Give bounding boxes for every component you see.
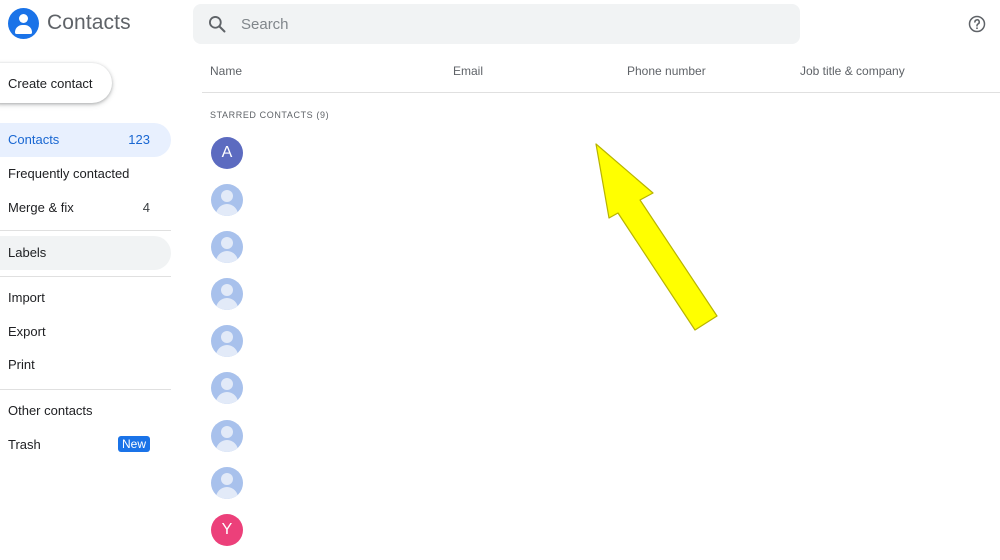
avatar-initial: Y (221, 521, 233, 538)
search-bar[interactable] (193, 4, 800, 44)
sidebar-item-label: Trash (8, 437, 41, 452)
avatar[interactable] (211, 372, 243, 404)
sidebar-item-export[interactable]: Export (0, 315, 171, 349)
sidebar-item-count: 4 (142, 200, 150, 215)
avatar-initial: A (221, 144, 233, 161)
app-title[interactable]: Contacts (47, 11, 131, 35)
sidebar-item-import[interactable]: Import (0, 281, 171, 315)
column-header-job[interactable]: Job title & company (800, 64, 905, 78)
avatar[interactable] (211, 325, 243, 357)
column-header-email[interactable]: Email (453, 64, 483, 78)
avatar[interactable] (211, 231, 243, 263)
avatar[interactable]: Y (211, 514, 243, 546)
annotation-arrow-icon (595, 143, 718, 331)
sidebar-item-print[interactable]: Print (0, 348, 171, 382)
sidebar-item-contacts[interactable]: Contacts 123 (0, 123, 171, 157)
sidebar-item-trash[interactable]: Trash New (0, 428, 171, 462)
column-header-phone[interactable]: Phone number (627, 64, 706, 78)
avatar[interactable] (211, 278, 243, 310)
search-icon[interactable] (207, 14, 227, 34)
sidebar-item-label: Export (8, 324, 46, 339)
sidebar-item-frequently-contacted[interactable]: Frequently contacted (0, 157, 171, 191)
avatar[interactable]: A (211, 137, 243, 169)
sidebar-item-merge-fix[interactable]: Merge & fix 4 (0, 191, 171, 225)
create-contact-button[interactable]: Create contact (0, 63, 112, 103)
sidebar-item-label: Frequently contacted (8, 166, 130, 181)
sidebar-item-label: Print (8, 357, 35, 372)
sidebar-item-label: Labels (8, 245, 47, 260)
divider (0, 276, 171, 277)
sidebar-item-count: 123 (128, 132, 150, 147)
header-divider (202, 92, 1000, 93)
sidebar-item-labels[interactable]: Labels (0, 236, 171, 270)
column-header-name[interactable]: Name (210, 64, 242, 78)
avatar[interactable] (211, 420, 243, 452)
sidebar-item-label: Contacts (8, 132, 60, 147)
sidebar-item-label: Import (8, 290, 45, 305)
new-badge: New (117, 436, 150, 452)
sidebar-item-label: Merge & fix (8, 200, 74, 215)
divider (0, 389, 171, 390)
sidebar-item-other-contacts[interactable]: Other contacts (0, 394, 171, 428)
section-label: STARRED CONTACTS (9) (210, 110, 330, 120)
help-icon[interactable] (968, 15, 986, 33)
search-input[interactable] (241, 4, 781, 44)
avatar[interactable] (211, 184, 243, 216)
divider (0, 230, 171, 231)
avatar[interactable] (211, 467, 243, 499)
sidebar-item-label: Other contacts (8, 403, 93, 418)
contacts-logo-icon[interactable] (8, 8, 39, 39)
